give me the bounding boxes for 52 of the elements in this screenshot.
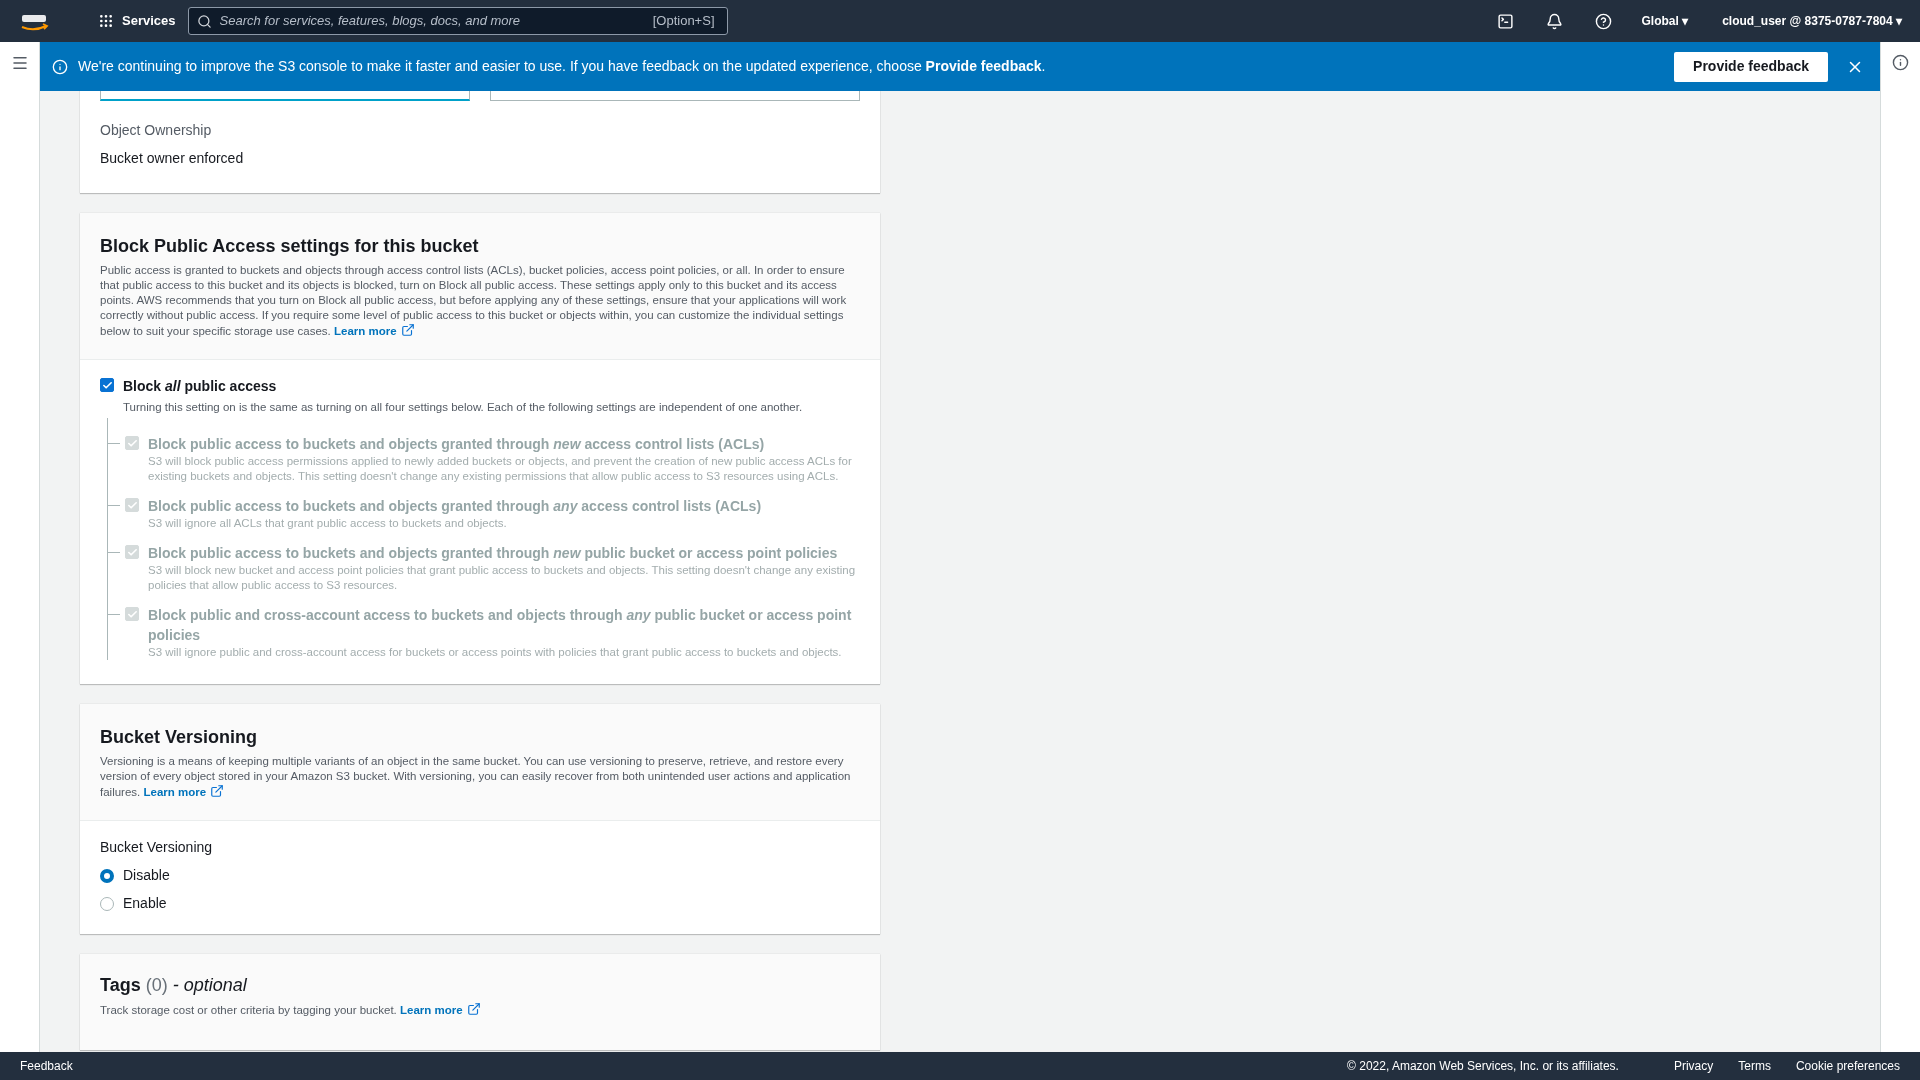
- section-description: Public access is granted to buckets and objects through access control lists (ACLs), bucket policies, access point policies, or all. In order to ensure that public access to this bucket and its objects is blocked, turn on Block all public access. These settings apply only to this bucket and its access points. AWS recommends that you turn on Block all public access, but before applying any of these settings, ensure that your applications will work correctly without public access. If you require some level of public access to this bucket or objects within, you can customize the individual settings below to suit your specific storage use cases. Learn more: [100, 263, 848, 339]
- copyright-text: © 2022, Amazon Web Services, Inc. or its affiliates.: [1347, 1058, 1619, 1075]
- checkbox-label: Block public access to buckets and objects granted through new access control lists (ACLs): [148, 435, 766, 455]
- checkbox-label: Block public access to buckets and objects granted through new public bucket or access point policies: [148, 544, 839, 564]
- terminal-icon[interactable]: [1496, 12, 1514, 30]
- section-title: Tags: [100, 974, 141, 998]
- tag-count: (0): [145, 974, 168, 998]
- search-icon: [196, 13, 212, 29]
- learn-more-link[interactable]: Learn more: [400, 1004, 481, 1017]
- checkbox-label: Block public access to buckets and objects granted through any access control lists (ACLs): [148, 497, 762, 517]
- info-icon: [52, 58, 68, 75]
- learn-more-link[interactable]: Learn more: [333, 325, 415, 337]
- checkbox-hint: S3 will block public access permissions applied to newly added buckets or objects, and prevent the creation of new public access ACLs for existing buckets and objects. This setting doesn't change any existing permissions that allow public access to S3 resources using ACLs.: [148, 454, 853, 485]
- field-value: Bucket owner enforced: [100, 149, 245, 168]
- checkbox-hint: Turning this setting on is the same as turning on all four settings below. Each of the following settings are independent of one another.: [123, 400, 803, 415]
- external-link-icon: [466, 1002, 481, 1017]
- help-icon[interactable]: [1594, 12, 1612, 30]
- provide-feedback-button[interactable]: Provide feedback: [1674, 51, 1828, 82]
- footer-link[interactable]: Terms: [1738, 1057, 1771, 1075]
- banner-message: We're continuing to improve the S3 console to make it faster and easier to use. If you have feedback on the updated experience, choose Provide feedback.: [78, 57, 1047, 76]
- external-link-icon: [400, 323, 415, 337]
- keyboard-shortcut-hint: [Option+S]: [652, 12, 716, 31]
- checkbox-label: Block public and cross-account access to buckets and objects through any public bucket or access point policies: [148, 606, 853, 646]
- section-title: Bucket Versioning: [100, 726, 259, 750]
- checkbox[interactable]: [100, 378, 114, 392]
- menu-icon[interactable]: [10, 54, 29, 72]
- notifications-icon[interactable]: [1545, 12, 1563, 30]
- learn-more-link[interactable]: Learn more: [143, 786, 225, 799]
- checkbox-label: Block all public access: [123, 377, 278, 396]
- services-menu-button[interactable]: Services: [98, 11, 176, 31]
- optional-label: - optional: [172, 974, 247, 998]
- radio-button[interactable]: [100, 896, 114, 911]
- feedback-link[interactable]: Feedback: [20, 1057, 73, 1075]
- checkbox-hint: S3 will ignore all ACLs that grant public access to buckets and objects.: [148, 516, 508, 532]
- footer-link[interactable]: Privacy: [1673, 1057, 1714, 1075]
- grid-icon: [98, 13, 114, 29]
- region-menu[interactable]: Global ▾: [1641, 12, 1689, 30]
- account-menu[interactable]: cloud_user @ 8375-0787-7804 ▾: [1722, 12, 1902, 30]
- section-title: Block Public Access settings for this bucket: [100, 235, 480, 258]
- info-icon[interactable]: [1892, 54, 1909, 71]
- radio-label: Enable: [123, 894, 167, 914]
- external-link-icon: [210, 784, 225, 799]
- footer-link[interactable]: Cookie preferences: [1795, 1057, 1900, 1075]
- checkbox-hint: S3 will ignore public and cross-account access for buckets or access points with policies that grant public access to buckets and objects.: [148, 645, 843, 661]
- field-label: Object Ownership: [100, 121, 213, 140]
- checkbox-hint: S3 will block new bucket and access point policies that grant public access to buckets and objects. This setting doesn't change any existing policies that allow public access to S3 resources.: [148, 563, 857, 594]
- radio-label: Disable: [123, 866, 170, 886]
- search-field[interactable]: Search for services, features, blogs, docs, and more [Option+S]: [187, 7, 728, 35]
- field-label: Bucket Versioning: [100, 838, 214, 858]
- section-description: Versioning is a means of keeping multiple variants of an object in the same bucket. You can use versioning to preserve, retrieve, and restore every version of every object stored in your Amazon S3 bucket. With versioning, you can easily recover from both unintended user actions and application failures. Learn more: [100, 754, 852, 801]
- section-description: Track storage cost or other criteria by tagging your bucket. Learn more: [100, 1002, 860, 1020]
- radio-button[interactable]: [100, 868, 114, 883]
